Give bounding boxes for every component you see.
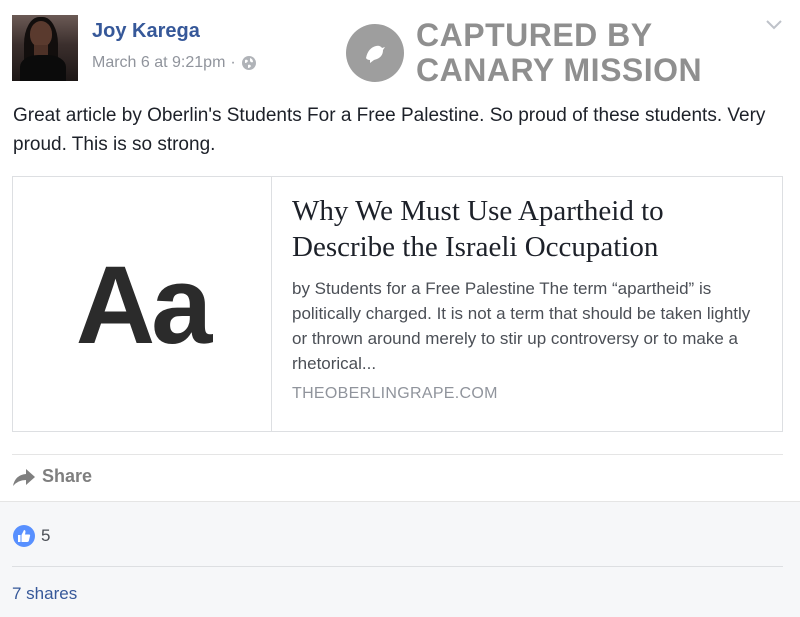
- link-domain: THEOBERLINGRAPE.COM: [292, 385, 498, 402]
- thumbnail-glyph: Aa: [75, 243, 213, 367]
- link-preview-body[interactable]: Why We Must Use Apartheid to Describe th…: [272, 177, 782, 431]
- meta-separator: ·: [230, 54, 236, 71]
- share-button[interactable]: Share: [12, 466, 92, 487]
- share-label: Share: [42, 466, 93, 486]
- watermark-line-2: CANARY MISSION: [416, 52, 703, 88]
- reactions-summary[interactable]: 5: [12, 524, 50, 548]
- globe-icon[interactable]: [241, 55, 257, 71]
- author-name-link[interactable]: Joy Karega: [92, 20, 200, 43]
- post-meta: March 6 at 9:21pm ·: [92, 54, 257, 72]
- shares-count-link[interactable]: 7 shares: [12, 584, 77, 604]
- link-description: by Students for a Free Palestine The ter…: [292, 279, 751, 373]
- link-title[interactable]: Why We Must Use Apartheid to Describe th…: [292, 193, 762, 265]
- action-divider: [12, 454, 783, 455]
- avatar[interactable]: [12, 15, 78, 81]
- watermark-line-1: CAPTURED BY: [416, 17, 653, 53]
- canary-mission-watermark: CAPTURED BY CANARY MISSION: [346, 18, 702, 88]
- chevron-down-icon[interactable]: [766, 20, 782, 30]
- post-footer: 5 7 shares: [0, 501, 800, 617]
- link-thumbnail[interactable]: Aa: [13, 177, 272, 431]
- link-preview-card[interactable]: Aa Why We Must Use Apartheid to Describe…: [12, 176, 783, 432]
- post-timestamp[interactable]: March 6 at 9:21pm: [92, 54, 225, 72]
- stats-divider: [12, 566, 783, 567]
- share-arrow-icon: [13, 468, 35, 486]
- canary-bird-icon: [346, 24, 404, 82]
- post-message: Great article by Oberlin's Students For …: [13, 105, 766, 155]
- like-count[interactable]: 5: [41, 526, 50, 546]
- like-thumb-icon: [13, 525, 35, 547]
- avatar-face: [30, 21, 52, 47]
- avatar-body: [20, 55, 66, 81]
